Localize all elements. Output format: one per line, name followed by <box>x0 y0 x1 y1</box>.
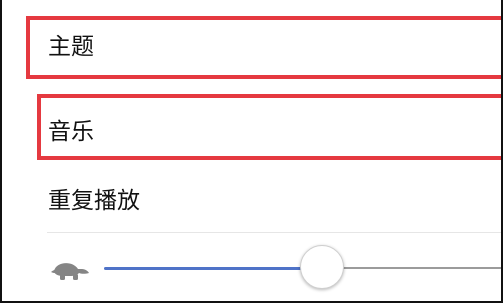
settings-screen: 主题 音乐 重复播放 <box>0 0 503 303</box>
setting-repeat[interactable]: 重复播放 <box>2 170 501 232</box>
turtle-icon <box>47 257 91 281</box>
speed-slider-row[interactable] <box>2 233 501 301</box>
top-edge <box>2 0 501 8</box>
setting-repeat-label: 重复播放 <box>48 187 140 214</box>
setting-theme-label: 主题 <box>48 34 94 60</box>
setting-music[interactable]: 音乐 <box>2 101 501 164</box>
setting-theme[interactable]: 主题 <box>2 16 501 79</box>
setting-music-label: 音乐 <box>48 119 94 145</box>
speed-slider-track[interactable] <box>321 267 501 269</box>
speed-slider-thumb[interactable] <box>300 245 344 289</box>
speed-slider-active-track[interactable] <box>104 267 321 270</box>
